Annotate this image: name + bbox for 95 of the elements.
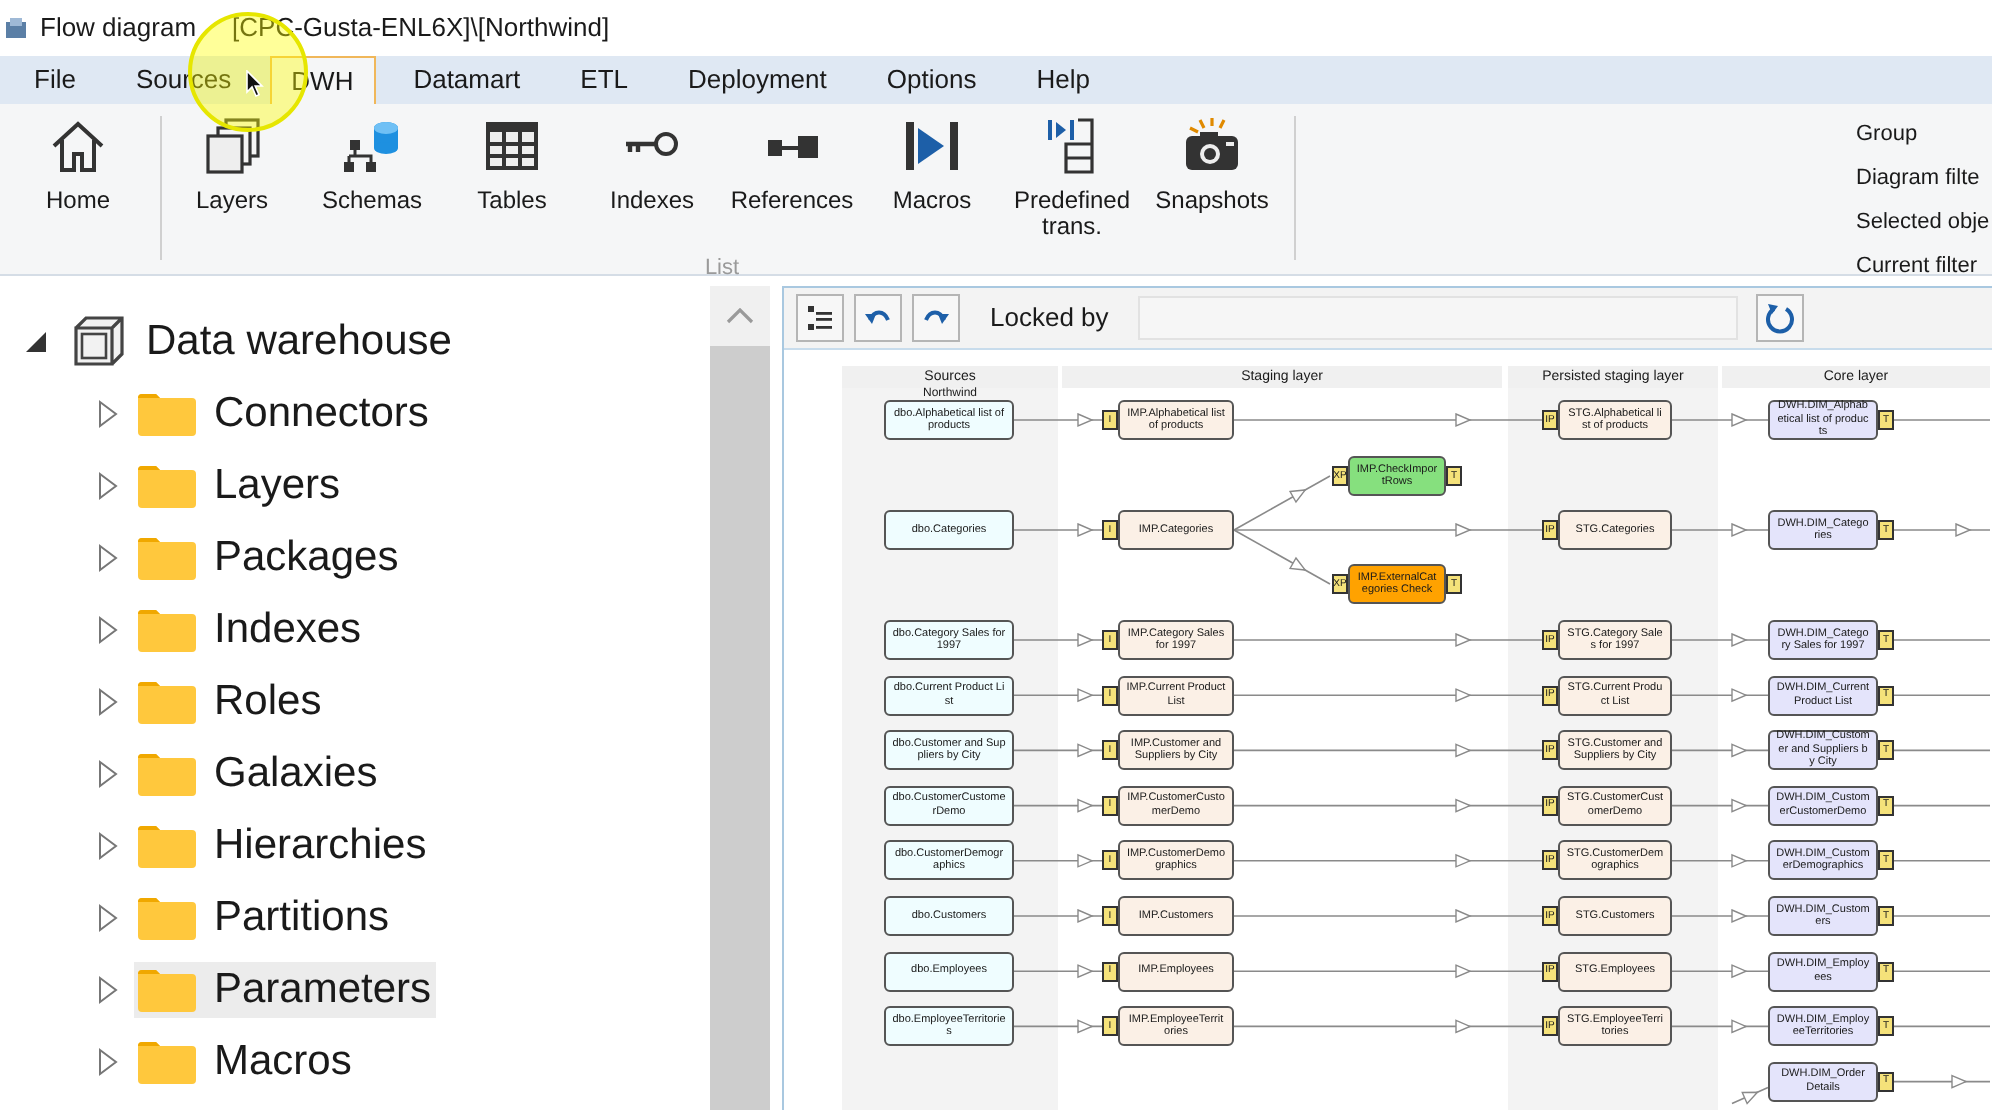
app-icon	[4, 16, 28, 40]
connector-arrow	[1671, 798, 1769, 813]
folder-icon	[138, 897, 196, 939]
ribbon-button[interactable]: References	[722, 116, 862, 240]
layers-icon	[202, 116, 262, 176]
refresh-button[interactable]	[1756, 294, 1805, 342]
ribbon-option[interactable]: Current filter	[1856, 244, 1990, 288]
folder-icon	[138, 753, 196, 795]
ribbon-button[interactable]: Predefined trans.	[1002, 116, 1142, 240]
connector-arrow	[1013, 412, 1103, 428]
tree-item[interactable]: Hierarchies	[134, 818, 431, 874]
connector-arrow	[1013, 522, 1103, 538]
expand-arrow-icon[interactable]	[98, 832, 118, 860]
tree-item[interactable]: Roles	[134, 674, 326, 730]
ribbon-button[interactable]: Macros	[862, 116, 1002, 240]
connector-arrow	[1013, 632, 1103, 648]
undo-icon	[864, 308, 892, 328]
hierarchy-database-icon	[342, 116, 402, 176]
connector-arrow	[1671, 412, 1769, 428]
ribbon-button[interactable]: Layers	[162, 116, 302, 240]
ribbon-button[interactable]: Snapshots	[1142, 116, 1282, 240]
menu-tab[interactable]: ETL	[558, 56, 651, 104]
camera-icon	[1182, 116, 1242, 176]
connector-arrow	[1013, 964, 1103, 979]
folder-icon	[138, 393, 196, 435]
folder-icon	[138, 1041, 196, 1083]
connector-arrow	[1013, 1019, 1103, 1034]
expand-arrow-icon[interactable]	[98, 472, 118, 500]
play-bar-icon	[902, 116, 962, 176]
tree-item[interactable]: Galaxies	[134, 746, 382, 802]
expand-arrow-icon[interactable]	[98, 400, 118, 428]
folder-icon	[138, 537, 196, 579]
expand-arrow-icon[interactable]	[98, 1048, 118, 1076]
refresh-icon	[1764, 302, 1797, 334]
connector-arrow	[1671, 1019, 1769, 1034]
tree-item[interactable]: Partitions	[134, 890, 394, 946]
folder-icon	[138, 825, 196, 867]
list-icon	[806, 304, 834, 332]
connector-arrow	[1671, 688, 1769, 703]
ribbon-option[interactable]: Group	[1856, 112, 1990, 156]
expand-arrow-icon[interactable]	[98, 976, 118, 1004]
scrollbar[interactable]	[710, 286, 770, 1110]
connector-arrow	[1013, 743, 1103, 758]
folder-icon	[138, 969, 196, 1011]
tree-item[interactable]: Connectors	[134, 386, 433, 442]
home-icon	[48, 116, 108, 176]
folder-icon	[138, 465, 196, 507]
menu-tab[interactable]: File	[12, 56, 98, 104]
ribbon-option[interactable]: Selected obje	[1856, 200, 1990, 244]
expand-arrow-icon[interactable]	[98, 760, 118, 788]
ribbon-button[interactable]: Indexes	[582, 116, 722, 240]
menu-tab[interactable]: Deployment	[666, 56, 849, 104]
tree-item[interactable]: Indexes	[134, 602, 366, 658]
connector-arrow	[1671, 964, 1769, 979]
group-label: List	[704, 254, 740, 284]
tree-item[interactable]: Macros	[134, 1034, 356, 1090]
redo-icon	[922, 308, 950, 328]
connector-arrow	[1731, 1086, 1769, 1105]
ribbon-button[interactable]: Tables	[442, 116, 582, 240]
expand-arrow-icon[interactable]	[98, 688, 118, 716]
connector-arrow	[1671, 632, 1769, 648]
locked-by-label: Locked by	[990, 300, 1109, 337]
connector-arrow	[1671, 743, 1769, 758]
window-title: Flow diagram	[40, 10, 197, 47]
expand-arrow-icon[interactable]	[98, 616, 118, 644]
connector-arrow	[1671, 853, 1769, 868]
tree-item[interactable]: Packages	[134, 530, 403, 586]
connector-arrow	[1013, 798, 1103, 813]
tree-item[interactable]: Data warehouse	[146, 310, 452, 374]
tree-item[interactable]: Layers	[134, 458, 345, 514]
table-icon	[482, 116, 542, 176]
collapse-arrow-icon[interactable]	[22, 328, 50, 356]
folder-icon	[138, 609, 196, 651]
undo-button[interactable]	[854, 294, 902, 342]
linked-squares-icon	[767, 135, 817, 157]
connector-arrow	[1671, 908, 1769, 924]
list-view-button[interactable]	[796, 294, 844, 342]
connector-arrow	[1013, 688, 1103, 703]
ribbon-option[interactable]: Diagram filte	[1856, 156, 1990, 200]
connector-arrow	[1013, 853, 1103, 868]
menu-tab[interactable]: Help	[1014, 56, 1112, 104]
tree-item[interactable]: Parameters	[134, 962, 436, 1018]
connector-arrow	[1013, 908, 1103, 924]
ribbon-button[interactable]: Home	[8, 116, 148, 274]
expand-arrow-icon[interactable]	[98, 904, 118, 932]
menu-tab[interactable]: Options	[864, 56, 999, 104]
menu-tab[interactable]: Datamart	[391, 56, 543, 104]
cube-icon	[72, 316, 124, 368]
connector-arrow	[1671, 522, 1769, 538]
folder-icon	[138, 681, 196, 723]
cursor-icon	[246, 70, 264, 98]
expand-arrow-icon[interactable]	[98, 544, 118, 572]
redo-button[interactable]	[912, 294, 960, 342]
chevron-up-icon[interactable]	[726, 308, 754, 324]
ribbon-button[interactable]: Schemas	[302, 116, 442, 240]
